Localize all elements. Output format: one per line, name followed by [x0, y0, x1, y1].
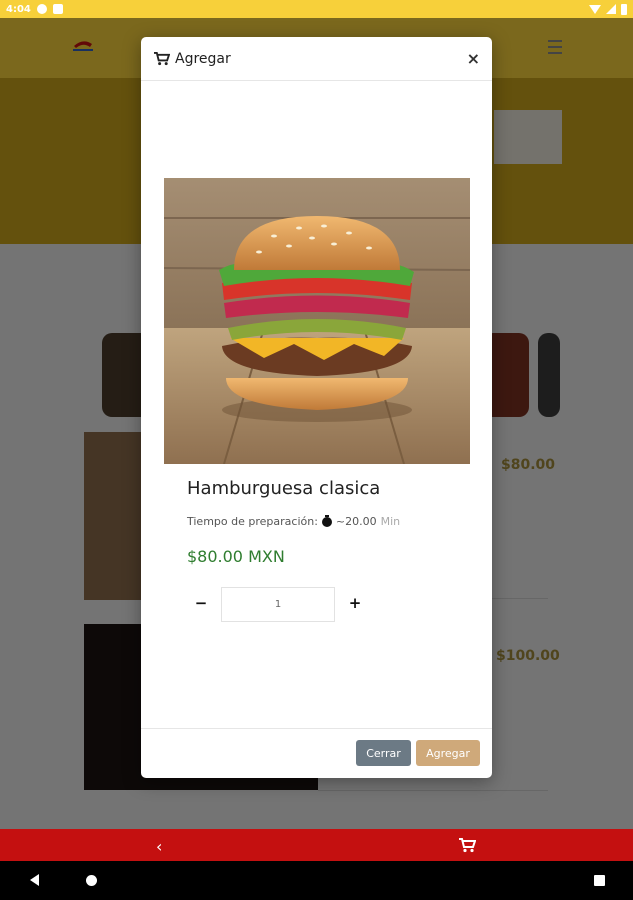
modal-title-text: Agregar: [175, 50, 231, 67]
quantity-input[interactable]: [221, 587, 335, 622]
quantity-stepper: − +: [187, 587, 367, 622]
cart-icon[interactable]: [458, 837, 476, 853]
signal-icon: [606, 4, 616, 14]
modal-title: Agregar: [153, 51, 231, 67]
system-nav-bar: [0, 861, 633, 900]
status-right: [589, 3, 627, 15]
add-to-cart-modal: Agregar × Hamburguesa clasica Tiempo de …: [141, 37, 492, 778]
system-back-icon[interactable]: [30, 874, 39, 886]
bottom-nav: ‹: [0, 829, 633, 861]
modal-header: Agregar ×: [141, 37, 492, 81]
battery-icon: [621, 3, 627, 15]
system-recents-icon[interactable]: [594, 875, 605, 886]
product-photo: [164, 178, 470, 464]
back-icon[interactable]: ‹: [156, 837, 162, 856]
status-left: 4:04: [6, 4, 63, 15]
prep-unit: Min: [380, 515, 401, 528]
wifi-icon: [589, 4, 601, 14]
increase-quantity-button[interactable]: +: [346, 594, 364, 612]
close-button[interactable]: Cerrar: [356, 740, 411, 766]
close-icon[interactable]: ×: [467, 50, 480, 67]
prep-label: Tiempo de preparación:: [187, 515, 318, 528]
notification-icon: [36, 4, 47, 14]
product-price: $80.00 MXN: [187, 547, 285, 566]
add-button[interactable]: Agregar: [416, 740, 480, 766]
system-home-icon[interactable]: [86, 875, 97, 886]
storage-icon: [52, 4, 63, 14]
stopwatch-icon: [321, 514, 332, 527]
decrease-quantity-button[interactable]: −: [192, 594, 210, 612]
prep-time: Tiempo de preparación: ~20.00 Min: [187, 514, 401, 528]
modal-footer: Cerrar Agregar: [141, 728, 492, 778]
product-name: Hamburguesa clasica: [187, 478, 381, 499]
cart-icon: [154, 51, 170, 66]
status-time: 4:04: [6, 3, 31, 15]
status-bar: 4:04: [0, 0, 633, 18]
prep-value: ~20.00: [335, 515, 377, 528]
